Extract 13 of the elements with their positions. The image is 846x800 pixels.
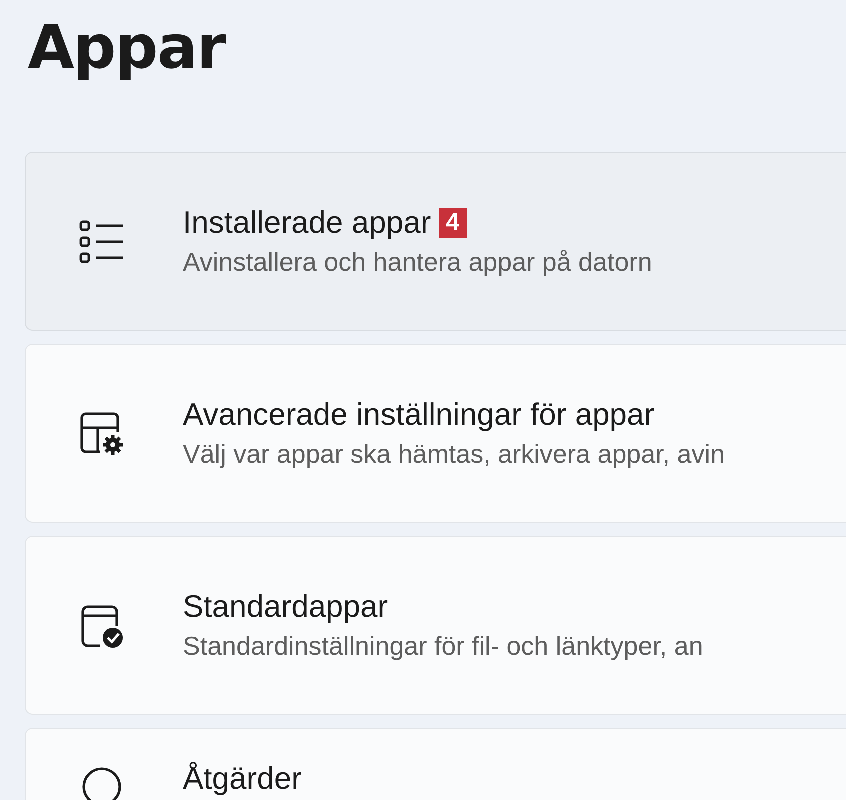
card-subtitle: Välj var appar ska hämtas, arkivera appar, avin <box>183 439 725 470</box>
number-badge: 4 <box>439 208 467 238</box>
settings-card[interactable]: Avancerade inställningar för appar Välj var appar ska hämtas, arkivera appar, avin <box>25 344 846 523</box>
card-subtitle: Avinstallera och hantera appar på datorn <box>183 247 652 278</box>
settings-card[interactable]: Åtgärder <box>25 728 846 800</box>
card-title: Installerade appar <box>183 205 432 241</box>
card-subtitle: Standardinställningar för fil- och länktyper, an <box>183 631 704 662</box>
settings-card[interactable]: Standardappar Standardinställningar för fil- och länktyper, an <box>25 536 846 715</box>
card-title: Standardappar <box>183 589 388 625</box>
card-title: Åtgärder <box>183 761 302 797</box>
settings-card[interactable]: Installerade appar 4 Avinstallera och hantera appar på datorn <box>25 152 846 331</box>
page-title: Appar <box>27 12 228 85</box>
card-title: Avancerade inställningar för appar <box>183 397 655 433</box>
